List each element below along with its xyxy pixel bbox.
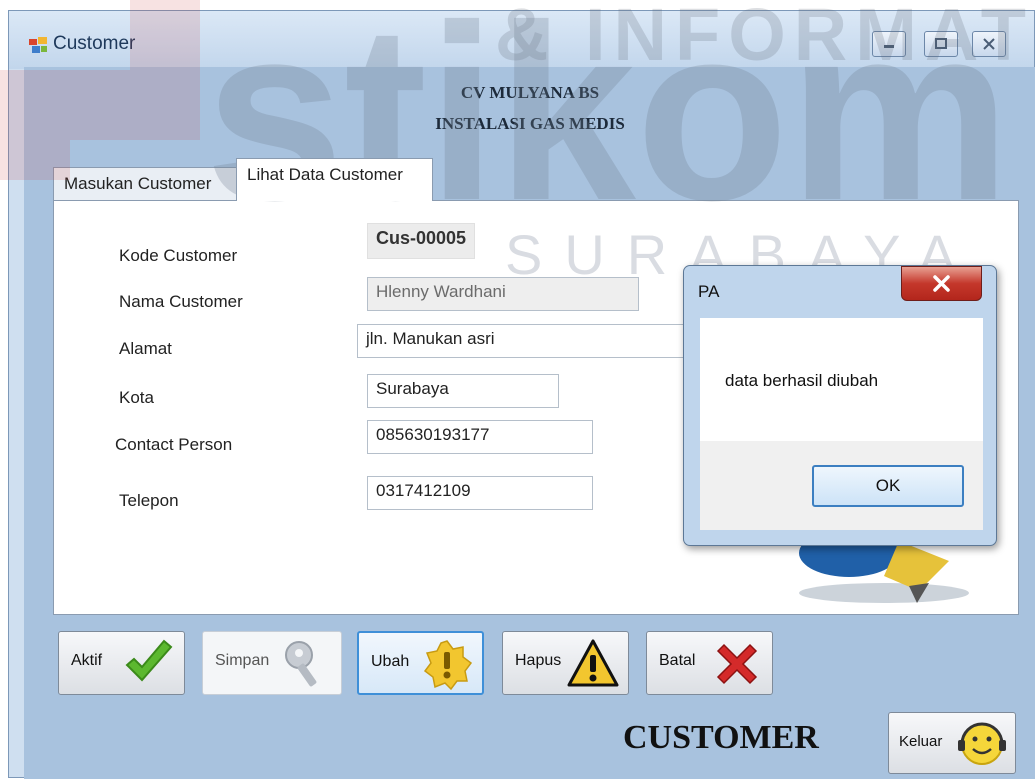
customer-footer-title: CUSTOMER — [623, 719, 819, 756]
alamat-field[interactable]: jln. Manukan asri — [357, 324, 727, 358]
kota-label: Kota — [119, 388, 154, 407]
hapus-button-label: Hapus — [515, 652, 562, 669]
company-subtitle: INSTALASI GAS MEDIS — [435, 114, 625, 133]
company-name: CV MULYANA BS — [460, 83, 600, 102]
checkmark-icon — [125, 639, 173, 682]
batal-button[interactable]: Batal — [646, 631, 773, 695]
kode-customer-value: Cus-00005 — [367, 223, 476, 259]
dialog-title: PA — [698, 282, 720, 301]
keluar-button[interactable]: Keluar — [888, 712, 1016, 774]
nama-customer-label: Nama Customer — [119, 292, 243, 311]
dialog-close-button[interactable] — [901, 266, 982, 301]
warning-icon — [567, 639, 619, 687]
minimize-icon — [884, 45, 894, 48]
key-icon — [285, 641, 317, 687]
simpan-button-label: Simpan — [215, 652, 270, 669]
close-icon — [933, 275, 950, 292]
nama-customer-field: Hlenny Wardhani — [367, 277, 639, 311]
window-title: Customer — [53, 33, 136, 54]
ok-button[interactable]: OK — [812, 465, 964, 507]
maximize-button[interactable] — [924, 31, 958, 57]
ubah-button[interactable]: Ubah — [357, 631, 484, 695]
exclamation-badge-icon — [423, 640, 473, 691]
keluar-button-label: Keluar — [899, 733, 943, 750]
maximize-icon — [935, 38, 947, 49]
title-bar[interactable]: Customer — [9, 11, 1034, 69]
alamat-label: Alamat — [119, 339, 172, 358]
smiley-headset-icon — [958, 722, 1006, 765]
tab-lihat-data-customer[interactable]: Lihat Data Customer — [236, 158, 433, 201]
tab-masukan-customer[interactable]: Masukan Customer — [53, 167, 237, 201]
message-dialog: PA data berhasil diubah OK — [683, 265, 997, 546]
contact-person-label: Contact Person — [115, 435, 233, 454]
minimize-button[interactable] — [872, 31, 906, 57]
telepon-field[interactable]: 0317412109 — [367, 476, 593, 510]
dialog-message: data berhasil diubah — [725, 371, 879, 390]
hapus-button[interactable]: Hapus — [502, 631, 629, 695]
close-icon — [983, 38, 995, 50]
kode-customer-label: Kode Customer — [119, 246, 238, 265]
ubah-button-label: Ubah — [371, 653, 410, 670]
aktif-button[interactable]: Aktif — [58, 631, 185, 695]
window-app-icon — [29, 37, 47, 53]
aktif-button-label: Aktif — [71, 652, 103, 669]
dialog-body: data berhasil diubah — [700, 318, 983, 441]
close-window-button[interactable] — [972, 31, 1006, 57]
simpan-button[interactable]: Simpan — [202, 631, 342, 695]
dialog-footer: OK — [700, 441, 983, 530]
batal-button-label: Batal — [659, 652, 696, 669]
red-x-icon — [716, 643, 758, 685]
contact-person-field[interactable]: 085630193177 — [367, 420, 593, 454]
kota-field[interactable]: Surabaya — [367, 374, 559, 408]
telepon-label: Telepon — [119, 491, 179, 510]
